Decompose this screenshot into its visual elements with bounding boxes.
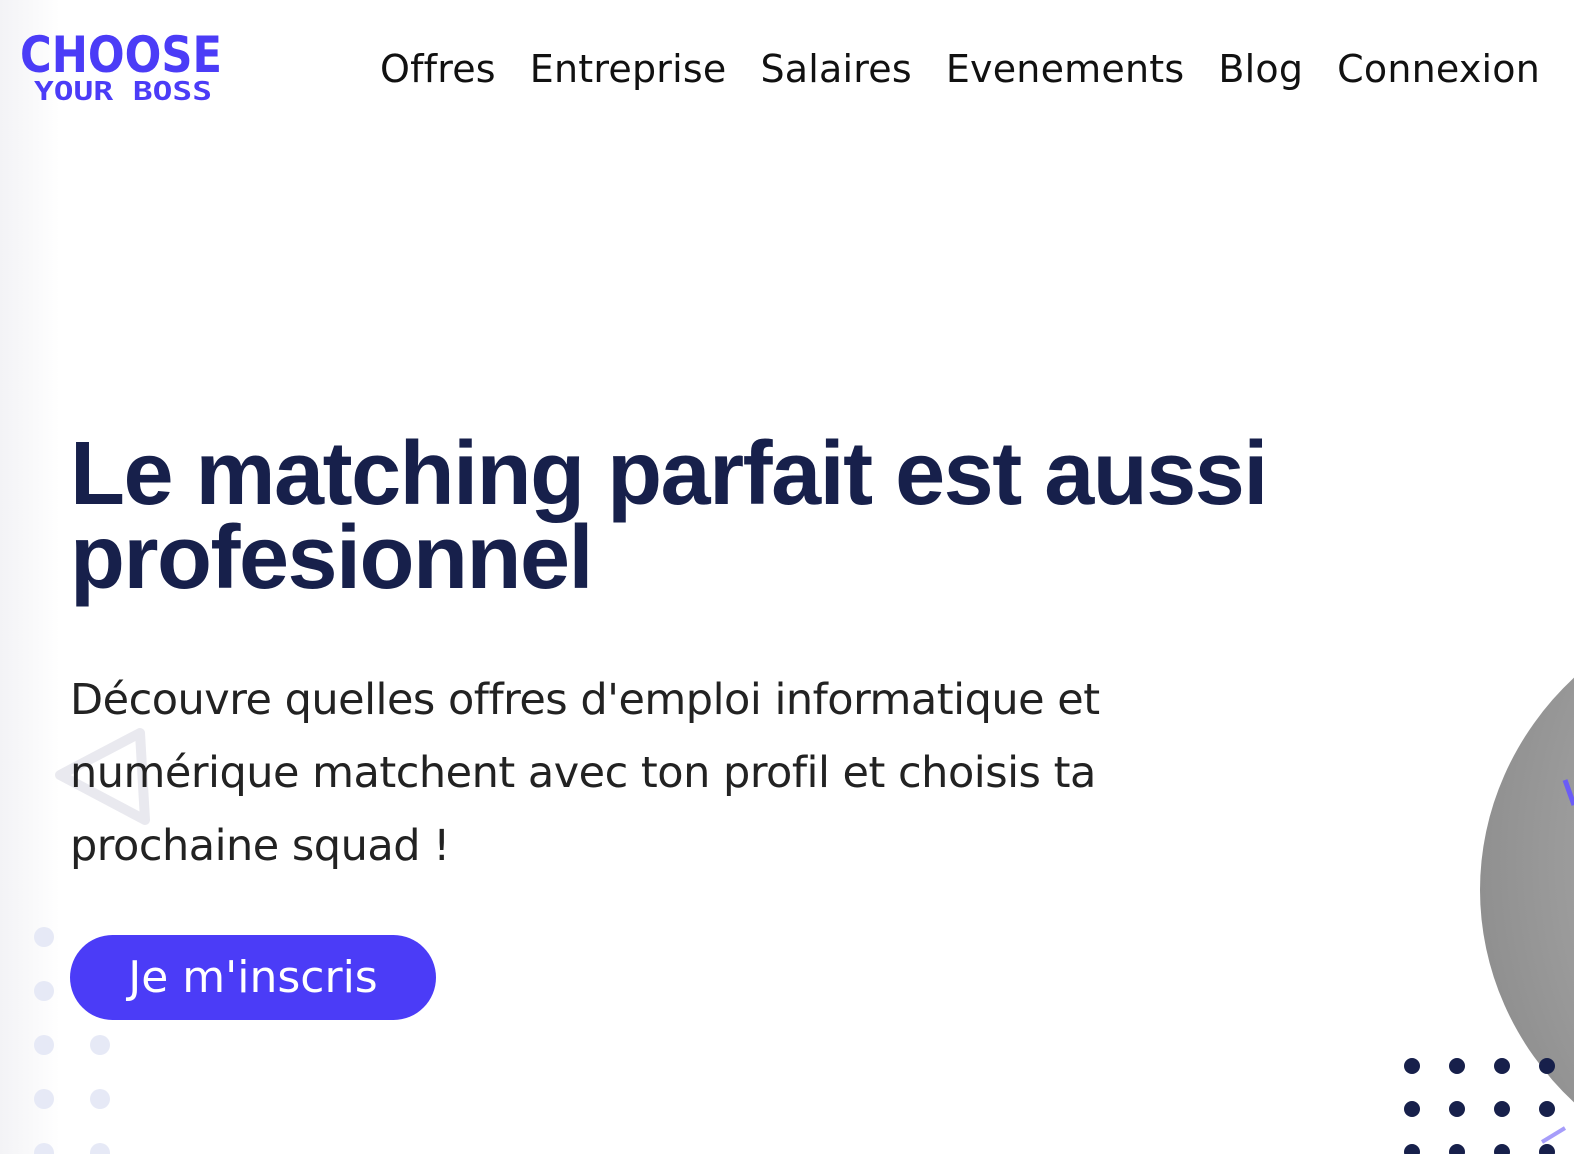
hero-subtitle: Découvre quelles offres d'emploi informa… [70, 675, 1100, 871]
nav-link-entreprise[interactable]: Entreprise [530, 44, 727, 94]
hero-title: Le matching parfait est aussi profesionn… [70, 424, 1268, 608]
nav-link-connexion[interactable]: Connexion [1337, 44, 1540, 94]
nav-link-salaires[interactable]: Salaires [760, 44, 911, 94]
nav-link-blog[interactable]: Blog [1218, 44, 1303, 94]
logo-wordmark-bottom: YOUR BOSS [34, 77, 212, 107]
dot-grid-decoration-right [1404, 1058, 1555, 1154]
nav-link-offres[interactable]: Offres [380, 44, 496, 94]
choose-your-boss-logo[interactable]: CHOOSE YOUR BOSS [20, 30, 225, 108]
signup-button[interactable]: Je m'inscris [70, 935, 436, 1020]
site-header: CHOOSE YOUR BOSS Offres Entreprise Salai… [0, 0, 1574, 140]
nav-link-evenements[interactable]: Evenements [946, 44, 1185, 94]
logo-wordmark-top: CHOOSE [20, 30, 222, 84]
main-nav: Offres Entreprise Salaires Evenements Bl… [380, 44, 1540, 94]
